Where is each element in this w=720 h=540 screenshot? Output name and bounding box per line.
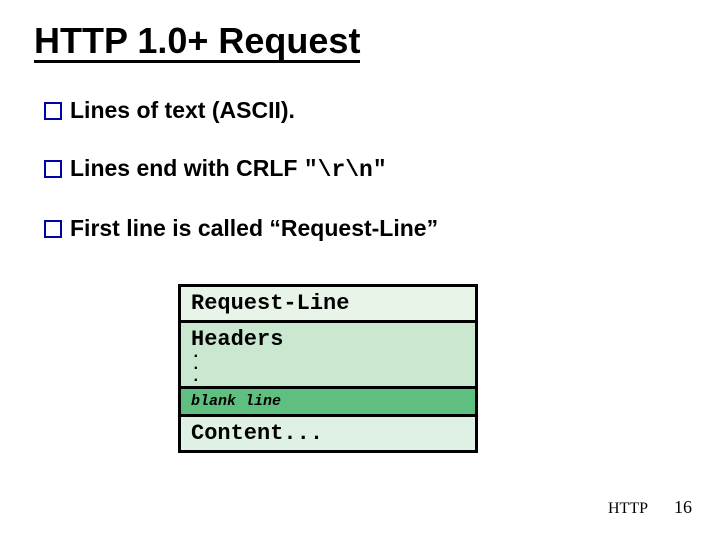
bullet-box-icon (44, 102, 62, 120)
bullet-box-icon (44, 160, 62, 178)
bullet-item: Lines of text (ASCII). (44, 96, 644, 126)
bullet-text: Lines end with CRLF "\r\n" (70, 154, 387, 186)
diagram-headers-dots: . . . (191, 347, 201, 383)
bullet-text: First line is called “Request-Line” (70, 214, 438, 244)
bullet-text-prefix: Lines end with CRLF (70, 155, 304, 181)
slide-title: HTTP 1.0+ Request (34, 22, 360, 63)
bullet-item: Lines end with CRLF "\r\n" (44, 154, 644, 186)
page-number: 16 (674, 497, 692, 518)
bullet-text: Lines of text (ASCII). (70, 96, 295, 126)
diagram-headers: Headers . . . (181, 323, 475, 389)
diagram-blank-line: blank line (181, 389, 475, 417)
bullet-item: First line is called “Request-Line” (44, 214, 644, 244)
diagram-content: Content... (181, 417, 475, 450)
footer-label: HTTP (608, 500, 648, 518)
bullet-list: Lines of text (ASCII). Lines end with CR… (44, 96, 644, 272)
bullet-text-mono: "\r\n" (304, 157, 387, 183)
http-structure-diagram: Request-Line Headers . . . blank line Co… (178, 284, 478, 453)
diagram-request-line: Request-Line (181, 287, 475, 323)
slide: HTTP 1.0+ Request Lines of text (ASCII).… (0, 0, 720, 540)
bullet-box-icon (44, 220, 62, 238)
diagram-headers-label: Headers (191, 327, 283, 352)
